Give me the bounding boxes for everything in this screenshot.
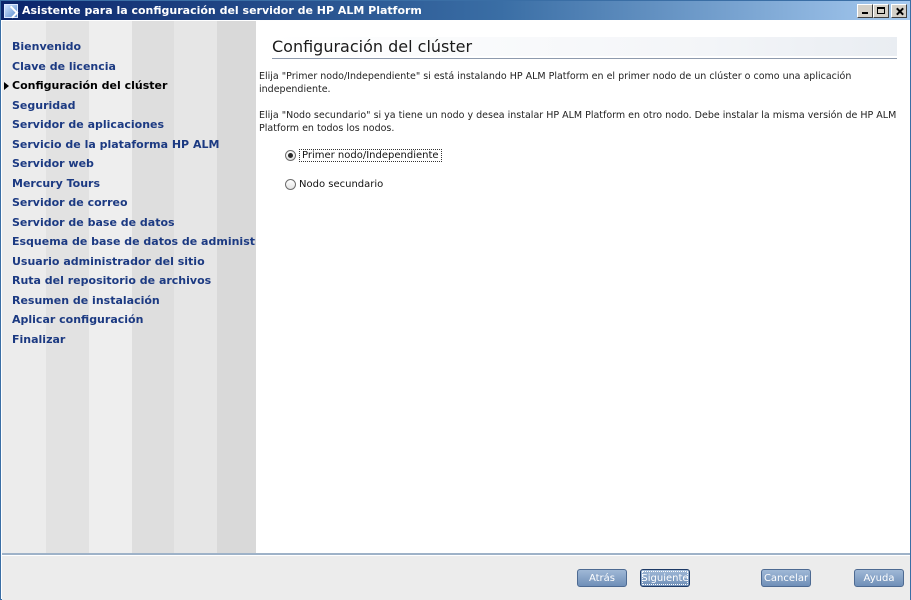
back-button[interactable]: Atrás <box>577 569 627 587</box>
step-configuracion-del-cluster[interactable]: Configuración del clúster <box>2 76 256 96</box>
step-label: Servidor web <box>12 157 94 171</box>
step-label: Servidor de base de datos <box>12 215 175 229</box>
wizard-footer: Atrás Siguiente Cancelar Ayuda <box>2 556 910 600</box>
minimize-icon <box>858 5 872 17</box>
step-resumen-instalacion[interactable]: Resumen de instalación <box>2 291 256 311</box>
step-servidor-de-aplicaciones[interactable]: Servidor de aplicaciones <box>2 115 256 135</box>
instructions-paragraph-2: Elija "Nodo secundario" si ya tiene un n… <box>259 110 897 134</box>
step-label: Bienvenido <box>12 40 82 54</box>
step-finalizar[interactable]: Finalizar <box>2 330 256 350</box>
radio-nodo-secundario[interactable]: Nodo secundario <box>285 179 383 190</box>
step-bienvenido[interactable]: Bienvenido <box>2 37 256 57</box>
next-button[interactable]: Siguiente <box>640 569 690 587</box>
instructions-paragraph-1: Elija "Primer nodo/Independiente" si est… <box>259 71 852 95</box>
step-servidor-web[interactable]: Servidor web <box>2 154 256 174</box>
maximize-button[interactable] <box>873 3 889 18</box>
step-mercury-tours[interactable]: Mercury Tours <box>2 174 256 194</box>
cancel-button[interactable]: Cancelar <box>761 569 811 587</box>
step-label: Mercury Tours <box>12 176 101 190</box>
step-label: Aplicar configuración <box>12 313 144 327</box>
maximize-icon <box>874 5 888 17</box>
step-seguridad[interactable]: Seguridad <box>2 96 256 116</box>
current-step-arrow-icon <box>4 81 9 90</box>
step-label: Servidor de correo <box>12 196 128 210</box>
step-clave-de-licencia[interactable]: Clave de licencia <box>2 57 256 77</box>
radio-label[interactable]: Nodo secundario <box>299 179 383 190</box>
step-label: Esquema de base de datos de administrac <box>12 235 256 249</box>
step-usuario-administrador[interactable]: Usuario administrador del sitio <box>2 252 256 272</box>
main-content: Configuración del clúster Elija "Primer … <box>257 21 910 553</box>
radio-button-selected[interactable] <box>285 150 296 161</box>
close-button[interactable] <box>891 3 907 18</box>
step-servidor-de-base-de-datos[interactable]: Servidor de base de datos <box>2 213 256 233</box>
radio-button[interactable] <box>285 179 296 190</box>
step-label: Clave de licencia <box>12 59 116 73</box>
minimize-button[interactable] <box>857 3 873 18</box>
wizard-app-icon <box>4 3 18 18</box>
step-label: Servicio de la plataforma HP ALM <box>12 137 220 151</box>
wizard-step-list: Bienvenido Clave de licencia Configuraci… <box>2 37 256 349</box>
wizard-steps-sidebar: Bienvenido Clave de licencia Configuraci… <box>2 21 256 553</box>
step-label: Resumen de instalación <box>12 293 160 307</box>
step-label: Servidor de aplicaciones <box>12 118 165 132</box>
page-title: Configuración del clúster <box>272 37 897 59</box>
step-label: Seguridad <box>12 98 76 112</box>
radio-primer-nodo[interactable]: Primer nodo/Independiente <box>285 149 442 162</box>
step-servicio-plataforma[interactable]: Servicio de la plataforma HP ALM <box>2 135 256 155</box>
step-label: Configuración del clúster <box>12 79 168 93</box>
wizard-window: Asistente para la configuración del serv… <box>0 0 911 600</box>
radio-label[interactable]: Primer nodo/Independiente <box>299 149 442 162</box>
window-controls <box>857 3 907 18</box>
step-servidor-de-correo[interactable]: Servidor de correo <box>2 193 256 213</box>
step-esquema-base-de-datos[interactable]: Esquema de base de datos de administrac <box>2 232 256 252</box>
title-bar[interactable]: Asistente para la configuración del serv… <box>1 1 910 20</box>
step-aplicar-configuracion[interactable]: Aplicar configuración <box>2 310 256 330</box>
close-icon <box>892 5 906 17</box>
window-title: Asistente para la configuración del serv… <box>22 4 422 17</box>
step-ruta-repositorio[interactable]: Ruta del repositorio de archivos <box>2 271 256 291</box>
help-button[interactable]: Ayuda <box>854 569 904 587</box>
step-label: Ruta del repositorio de archivos <box>12 274 212 288</box>
step-label: Finalizar <box>12 332 66 346</box>
step-label: Usuario administrador del sitio <box>12 254 205 268</box>
